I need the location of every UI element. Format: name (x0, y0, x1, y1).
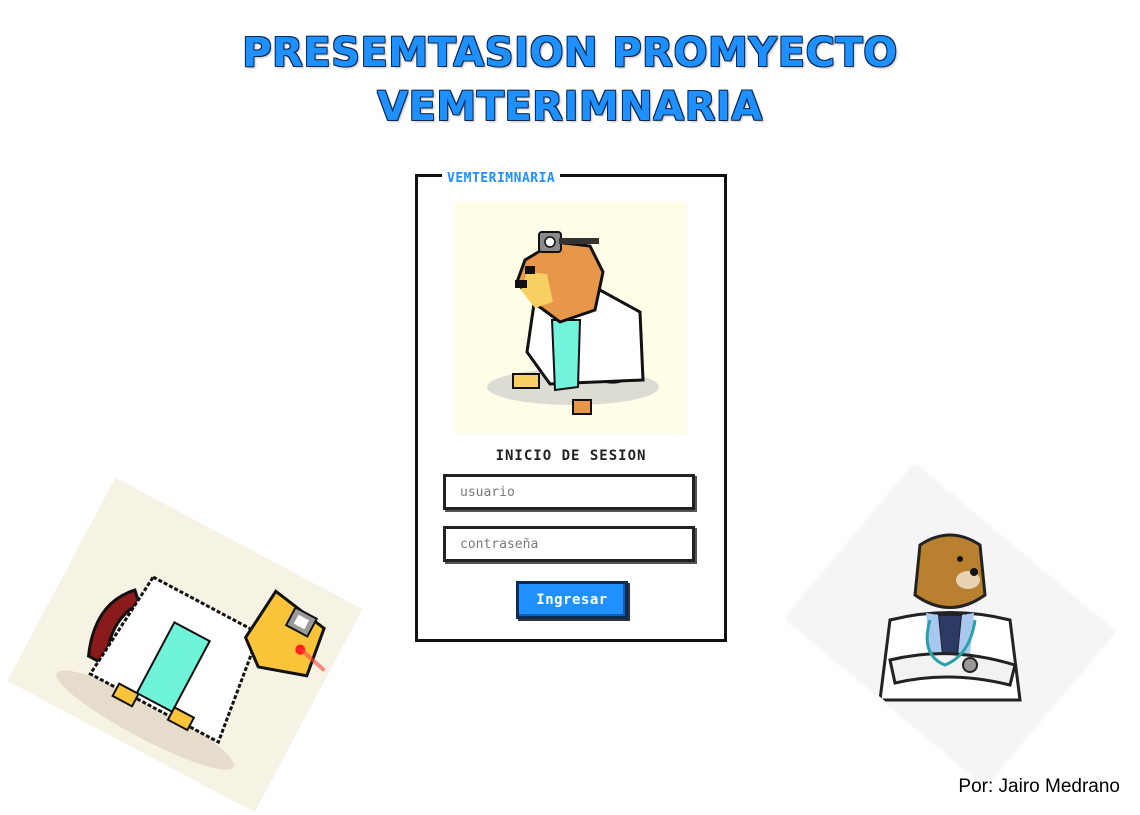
pixel-vet-otter-image (455, 202, 687, 434)
pixel-otter-illustration (56, 575, 326, 770)
login-card-legend: VEMTERIMNARIA (442, 171, 561, 186)
page-title-line1: PRESEMTASION PROMYECTO (242, 30, 898, 76)
username-input[interactable] (443, 474, 695, 510)
vet-otter-sticker-image-right (786, 464, 1114, 786)
page-title: PRESEMTASION PROMYECTO VEMTERIMNARIA (0, 26, 1140, 134)
author-credit: Por: Jairo Medrano (958, 776, 1120, 797)
otter-doctor-illustration (878, 533, 1022, 702)
pixel-otter-illustration (487, 231, 659, 415)
login-submit-button[interactable]: Ingresar (516, 581, 628, 619)
login-heading: INICIO DE SESION (495, 448, 647, 464)
password-input[interactable] (443, 526, 695, 562)
pixel-vet-otter-image-left (7, 477, 363, 813)
page: PRESEMTASION PROMYECTO VEMTERIMNARIA VEM… (0, 0, 1140, 815)
login-card: VEMTERIMNARIA INICIO DE SESION usuario I… (415, 171, 727, 642)
page-title-line2: VEMTERIMNARIA (377, 84, 763, 130)
